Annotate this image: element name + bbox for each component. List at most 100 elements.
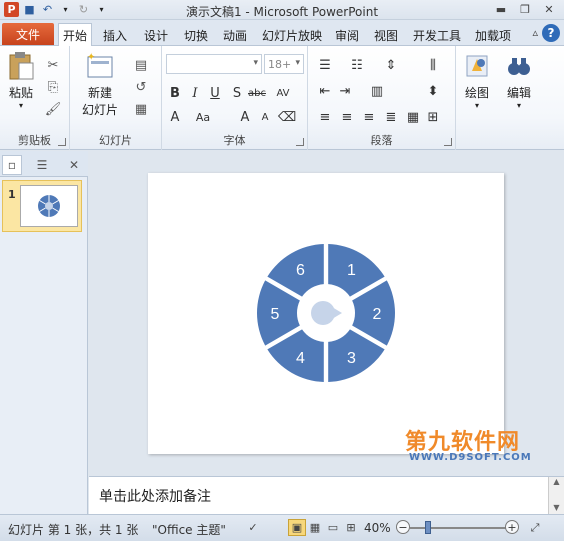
distribute-icon[interactable]: ▦ — [404, 108, 422, 126]
numbering-icon[interactable]: ☷ — [348, 56, 366, 74]
tab-review[interactable]: 审阅 — [332, 25, 362, 46]
zoom-level[interactable]: 40% — [364, 521, 391, 535]
italic-icon[interactable]: I — [186, 84, 204, 102]
zoom-in-icon[interactable]: + — [505, 520, 519, 534]
clipboard-group: 粘贴 ▾ ✂ ⎘ 🖌 剪贴板 — [0, 46, 70, 150]
tab-animations[interactable]: 动画 — [220, 25, 250, 46]
font-color-icon[interactable]: A — [166, 108, 184, 126]
slide-thumbnail[interactable] — [20, 185, 78, 227]
slide-sorter-icon[interactable]: ▦ — [306, 519, 324, 536]
copy-icon[interactable]: ⎘ — [44, 78, 62, 96]
justify-icon[interactable]: ≣ — [382, 108, 400, 126]
char-spacing-icon[interactable]: AV — [274, 84, 292, 102]
slide-thumbnail-number: 1 — [8, 188, 16, 201]
bullets-icon[interactable]: ☰ — [316, 56, 334, 74]
shrink-font-icon[interactable]: A — [256, 108, 274, 126]
theme-name: "Office 主题" — [152, 523, 226, 537]
close-pane-icon[interactable]: ✕ — [64, 155, 84, 175]
tab-file[interactable]: 文件 — [2, 23, 54, 45]
scroll-up-icon[interactable]: ▲ — [549, 477, 564, 489]
cut-icon[interactable]: ✂ — [44, 56, 62, 74]
close-icon[interactable]: ✕ — [538, 1, 560, 18]
align-right-icon[interactable]: ≡ — [360, 108, 378, 126]
section-icon[interactable]: ▦ — [132, 100, 150, 118]
paragraph-group: ☰ ☷ ⇕ ⫼ ⇤ ⇥ ▥ ⬍ ≡ ≡ ≡ ≣ ▦ ⊞ 段落 — [308, 46, 456, 150]
grow-font-icon[interactable]: A — [236, 108, 254, 126]
shapes-icon — [462, 50, 492, 82]
line-spacing-icon[interactable]: ⇕ — [382, 56, 400, 74]
slide-info: 幻灯片 第 1 张，共 1 张 — [8, 523, 139, 537]
zoom-slider-thumb[interactable] — [425, 521, 431, 534]
bold-icon[interactable]: B — [166, 84, 184, 102]
paste-label: 粘贴 — [8, 86, 33, 100]
watermark-url: WWW.D9SOFT.COM — [409, 452, 532, 463]
font-name-combo[interactable]: ▾ — [166, 54, 262, 74]
cycle-segment-label: 5 — [271, 306, 280, 323]
shadow-icon[interactable]: S — [228, 84, 246, 102]
tab-addins[interactable]: 加载项 — [472, 25, 514, 46]
new-slide-label-1: 新建 — [88, 86, 113, 100]
tab-transitions[interactable]: 切换 — [181, 25, 211, 46]
tab-design[interactable]: 设计 — [141, 25, 171, 46]
slide-editing-area: 123456 第九软件网 WWW.D9SOFT.COM — [89, 151, 564, 475]
layout-icon[interactable]: ▤ — [132, 56, 150, 74]
font-group: ▾ 18+ ▾ B I U S abc AV A Aa A A ⌫ 字体 — [162, 46, 308, 150]
text-direction-icon[interactable]: ⫼ — [424, 56, 442, 74]
reset-icon[interactable]: ↺ — [132, 78, 150, 96]
notes-pane[interactable]: 单击此处添加备注 ▲ ▼ — [89, 476, 564, 515]
clear-formatting-icon[interactable]: ⌫ — [278, 108, 296, 126]
svg-text:✦: ✦ — [87, 52, 95, 63]
slide-canvas[interactable]: 1 2 3 4 5 6 — [148, 173, 504, 454]
editing-dropdown-icon: ▾ — [516, 101, 521, 110]
drawing-button[interactable]: 绘图 ▾ — [462, 50, 492, 110]
help-icon[interactable]: ? — [542, 24, 560, 42]
strikethrough-icon[interactable]: abc — [248, 84, 266, 102]
slideshow-icon[interactable]: ⊞ — [342, 519, 360, 536]
smartart-icon[interactable]: ⊞ — [424, 108, 442, 126]
paste-button[interactable]: 粘贴 ▾ — [6, 50, 36, 110]
clipboard-launcher-icon[interactable] — [58, 138, 66, 146]
new-slide-button[interactable]: ✦ 新建 幻灯片 — [82, 50, 118, 118]
normal-view-icon[interactable]: ▣ — [288, 519, 306, 536]
align-text-icon[interactable]: ⬍ — [424, 82, 442, 100]
minimize-ribbon-icon[interactable]: ▵ — [532, 26, 538, 39]
paste-dropdown-icon: ▾ — [18, 101, 23, 110]
columns-icon[interactable]: ▥ — [368, 82, 386, 100]
cycle-diagram[interactable]: 1 2 3 4 5 6 — [148, 173, 504, 454]
tab-insert[interactable]: 插入 — [100, 25, 130, 46]
restore-icon[interactable]: ❐ — [514, 1, 536, 18]
reading-view-icon[interactable]: ▭ — [324, 519, 342, 536]
format-painter-icon[interactable]: 🖌 — [44, 100, 62, 118]
tab-home[interactable]: 开始 — [58, 23, 92, 47]
spellcheck-icon[interactable]: ✓ — [244, 519, 262, 536]
decrease-indent-icon[interactable]: ⇤ — [316, 82, 334, 100]
align-center-icon[interactable]: ≡ — [338, 108, 356, 126]
paragraph-launcher-icon[interactable] — [444, 138, 452, 146]
cycle-segment-label: 3 — [347, 350, 356, 367]
binoculars-icon — [504, 50, 534, 82]
font-size-combo[interactable]: 18+ ▾ — [264, 54, 304, 74]
status-bar: 幻灯片 第 1 张，共 1 张 "Office 主题" ✓ ▣ ▦ ▭ ⊞ 40… — [0, 514, 564, 541]
underline-icon[interactable]: U — [206, 84, 224, 102]
fit-to-window-icon[interactable]: ⤢ — [526, 519, 544, 536]
outline-tab-icon[interactable]: ☰ — [32, 155, 52, 175]
font-launcher-icon[interactable] — [296, 138, 304, 146]
title-bar: P ■ ↶ ▾ ↻ ▾ 演示文稿1 - Microsoft PowerPoint… — [0, 0, 564, 20]
tab-developer[interactable]: 开发工具 — [410, 25, 464, 46]
increase-indent-icon[interactable]: ⇥ — [336, 82, 354, 100]
font-size-value: 18+ — [268, 57, 292, 71]
zoom-out-icon[interactable]: − — [396, 520, 410, 534]
editing-button[interactable]: 编辑 ▾ — [504, 50, 534, 110]
tab-view[interactable]: 视图 — [371, 25, 401, 46]
notes-placeholder: 单击此处添加备注 — [99, 489, 211, 505]
tab-slideshow[interactable]: 幻灯片放映 — [259, 25, 325, 46]
slides-group-label: 幻灯片 — [99, 134, 132, 147]
notes-scrollbar[interactable]: ▲ ▼ — [548, 477, 564, 515]
clipboard-icon — [6, 50, 36, 82]
slides-tab-icon[interactable]: ▫ — [2, 155, 22, 175]
align-left-icon[interactable]: ≡ — [316, 108, 334, 126]
thumbnail-diagram — [38, 195, 60, 217]
change-case-icon[interactable]: Aa — [194, 108, 212, 126]
minimize-icon[interactable]: ▬ — [490, 1, 512, 18]
drawing-label: 绘图 — [464, 86, 489, 100]
